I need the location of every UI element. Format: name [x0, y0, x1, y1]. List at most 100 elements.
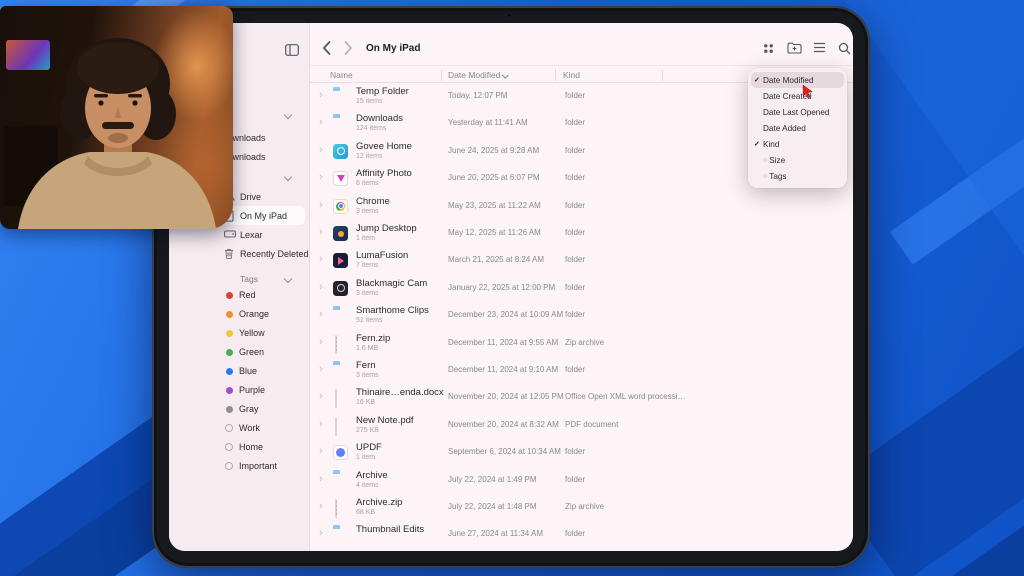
- file-name: Downloads: [356, 113, 403, 124]
- sidebar-toggle-icon[interactable]: [285, 43, 299, 61]
- sidebar-tag-green[interactable]: Green: [169, 343, 310, 362]
- file-row[interactable]: › New Note.pdf 275 KB November 20, 2024 …: [310, 412, 853, 439]
- file-row[interactable]: › Jump Desktop 1 item May 12, 2025 at 11…: [310, 220, 853, 247]
- file-date-modified: May 12, 2025 at 11:26 AM: [448, 228, 541, 237]
- sort-option-tags[interactable]: ○ Tags: [751, 168, 844, 184]
- back-button[interactable]: [322, 41, 331, 55]
- file-name: Fern.zip: [356, 333, 390, 344]
- sidebar-item-label: Drive: [240, 192, 261, 202]
- sort-option-date-added[interactable]: Date Added: [751, 120, 844, 136]
- disclosure-chevron-icon[interactable]: ›: [319, 116, 323, 128]
- sidebar-tag-red[interactable]: Red: [169, 286, 310, 305]
- column-divider[interactable]: [555, 69, 556, 81]
- section-collapse-chevron-icon[interactable]: [284, 173, 292, 181]
- sidebar-tag-blue[interactable]: Blue: [169, 362, 310, 381]
- smart-list-circle-icon: [225, 424, 233, 432]
- file-name: Archive.zip: [356, 497, 402, 508]
- sidebar-tag-gray[interactable]: Gray: [169, 400, 310, 419]
- file-kind: Office Open XML word processi…: [565, 392, 686, 401]
- file-name: Fern: [356, 360, 379, 371]
- file-row[interactable]: › Blackmagic Cam 3 items January 22, 202…: [310, 275, 853, 302]
- file-row[interactable]: › LumaFusion 7 items March 21, 2025 at 8…: [310, 247, 853, 274]
- file-row[interactable]: › Chrome 3 items May 23, 2025 at 11:22 A…: [310, 193, 853, 220]
- file-name: Govee Home: [356, 141, 412, 152]
- list-view-icon[interactable]: [813, 42, 826, 53]
- file-date-modified: Today, 12:07 PM: [448, 91, 507, 100]
- file-row[interactable]: › Thumbnail Edits June 27, 2024 at 11:34…: [310, 521, 853, 548]
- file-row[interactable]: › Smarthome Clips 51 items December 23, …: [310, 302, 853, 329]
- section-collapse-chevron-icon[interactable]: [284, 111, 292, 119]
- file-kind: folder: [565, 310, 585, 319]
- disclosure-chevron-icon[interactable]: ›: [319, 445, 323, 457]
- sidebar-item-label: Purple: [239, 385, 265, 395]
- disclosure-chevron-icon[interactable]: ›: [319, 363, 323, 375]
- disclosure-chevron-icon[interactable]: ›: [319, 171, 323, 183]
- sort-option-date-created[interactable]: Date Created: [751, 88, 844, 104]
- disclosure-chevron-icon[interactable]: ›: [319, 473, 323, 485]
- sort-option-label: Date Added: [763, 124, 806, 133]
- file-name: UPDF: [356, 442, 382, 453]
- search-icon[interactable]: [838, 42, 851, 55]
- sidebar-smart-home[interactable]: Home: [169, 438, 310, 457]
- sidebar-tag-yellow[interactable]: Yellow: [169, 324, 310, 343]
- disclosure-chevron-icon[interactable]: ›: [319, 390, 323, 402]
- sidebar-smart-important[interactable]: Important: [169, 457, 310, 476]
- sort-option-date-last-opened[interactable]: Date Last Opened: [751, 104, 844, 120]
- file-date-modified: June 27, 2024 at 11:34 AM: [448, 529, 543, 538]
- disclosure-chevron-icon[interactable]: ›: [319, 281, 323, 293]
- sidebar-tag-purple[interactable]: Purple: [169, 381, 310, 400]
- column-divider[interactable]: [662, 69, 663, 81]
- sort-option-kind[interactable]: ✓ Kind: [751, 136, 844, 152]
- file-row[interactable]: › Fern.zip 1.6 MB December 11, 2024 at 9…: [310, 330, 853, 357]
- sidebar-smart-work[interactable]: Work: [169, 419, 310, 438]
- view-options-icon[interactable]: [762, 42, 775, 55]
- file-meta: 3 items: [356, 289, 427, 298]
- disclosure-chevron-icon[interactable]: ›: [319, 253, 323, 265]
- forward-button[interactable]: [344, 41, 353, 55]
- file-kind: folder: [565, 529, 585, 538]
- sort-option-size[interactable]: ○ Size: [751, 152, 844, 168]
- file-kind: folder: [565, 201, 585, 210]
- column-header-kind[interactable]: Kind: [563, 70, 580, 80]
- file-name: Jump Desktop: [356, 223, 417, 234]
- file-name: Affinity Photo: [356, 168, 412, 179]
- chrome-icon: [333, 199, 348, 214]
- zip-icon: [335, 499, 337, 518]
- column-header-name[interactable]: Name: [330, 70, 353, 80]
- file-row[interactable]: › UPDF 1 item September 6, 2024 at 10:34…: [310, 439, 853, 466]
- disclosure-chevron-icon[interactable]: ›: [319, 308, 323, 320]
- sort-option-label: Kind: [763, 140, 779, 149]
- file-name: Archive: [356, 470, 388, 481]
- disclosure-chevron-icon[interactable]: ›: [319, 144, 323, 156]
- circle-icon: ○: [763, 157, 767, 164]
- file-name-block: Blackmagic Cam 3 items: [356, 278, 427, 298]
- checkmark-icon: ✓: [754, 76, 763, 84]
- disclosure-chevron-icon[interactable]: ›: [319, 336, 323, 348]
- file-name-block: UPDF 1 item: [356, 442, 382, 462]
- sidebar-tag-orange[interactable]: Orange: [169, 305, 310, 324]
- column-header-date-modified[interactable]: Date Modified: [448, 70, 508, 80]
- disclosure-chevron-icon[interactable]: ›: [319, 500, 323, 512]
- file-date-modified: May 23, 2025 at 11:22 AM: [448, 201, 541, 210]
- disclosure-chevron-icon[interactable]: ›: [319, 199, 323, 211]
- file-row[interactable]: › Archive 4 items July 22, 2024 at 1:49 …: [310, 467, 853, 494]
- section-collapse-chevron-icon[interactable]: [284, 275, 292, 283]
- new-folder-icon[interactable]: [787, 42, 802, 54]
- drive-icon: [224, 229, 236, 239]
- file-date-modified: July 22, 2024 at 1:49 PM: [448, 475, 537, 484]
- file-row[interactable]: › Thinaire…enda.docx 16 KB November 20, …: [310, 384, 853, 411]
- tag-color-dot: [226, 406, 233, 413]
- file-name: LumaFusion: [356, 250, 408, 261]
- file-kind: folder: [565, 91, 585, 100]
- column-divider[interactable]: [441, 69, 442, 81]
- sort-option-date-modified[interactable]: ✓ Date Modified: [751, 72, 844, 88]
- disclosure-chevron-icon[interactable]: ›: [319, 418, 323, 430]
- disclosure-chevron-icon[interactable]: ›: [319, 89, 323, 101]
- file-row[interactable]: › Archive.zip 68 KB July 22, 2024 at 1:4…: [310, 494, 853, 521]
- disclosure-chevron-icon[interactable]: ›: [319, 527, 323, 539]
- file-row[interactable]: › Fern 3 items December 11, 2024 at 9:10…: [310, 357, 853, 384]
- sort-option-label: Size: [769, 156, 785, 165]
- sidebar-item-recently-deleted[interactable]: Recently Deleted: [169, 245, 310, 264]
- sidebar-item-label: Yellow: [239, 328, 265, 338]
- disclosure-chevron-icon[interactable]: ›: [319, 226, 323, 238]
